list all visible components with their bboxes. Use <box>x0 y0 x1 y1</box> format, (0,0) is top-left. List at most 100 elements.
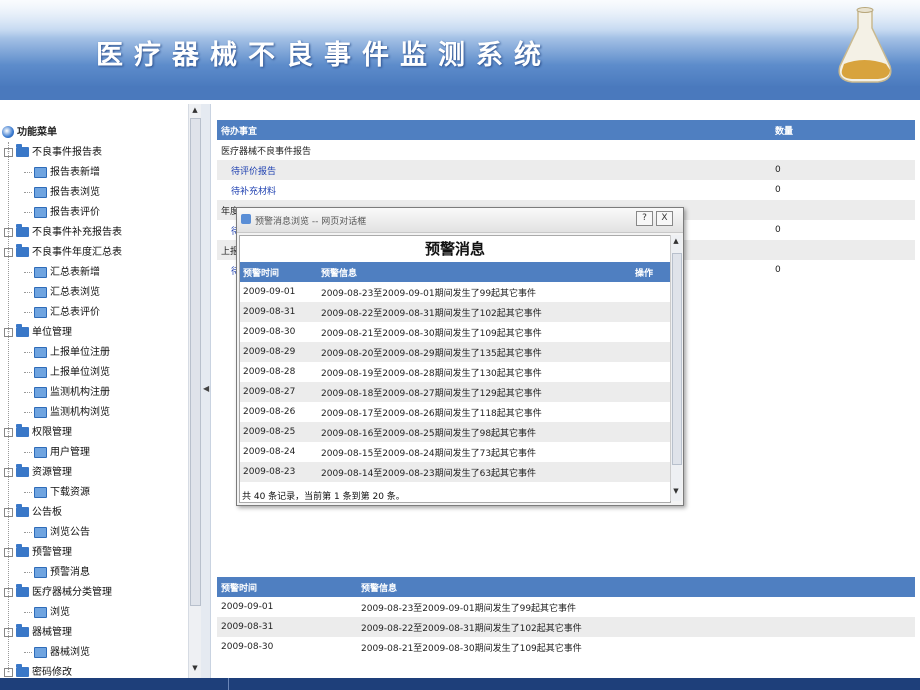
close-button[interactable]: X <box>656 211 673 226</box>
dialog-scroll-thumb[interactable] <box>672 253 682 465</box>
todo-count-cell: 0 <box>771 160 915 180</box>
tree-connector <box>24 291 32 293</box>
dialog-time-cell: 2009-08-29 <box>240 342 318 362</box>
tree-connector <box>24 391 32 393</box>
alert-row: 2009-08-31 2009-08-22至2009-08-31期间发生了102起… <box>217 617 915 637</box>
dialog-action-cell <box>632 402 670 422</box>
menu-label: 上报单位浏览 <box>50 367 110 378</box>
menu-label: 下载资源 <box>50 487 90 498</box>
dialog-action-cell <box>632 322 670 342</box>
menu-label: 权限管理 <box>32 427 72 438</box>
todo-count-cell <box>771 200 915 220</box>
menu-label: 资源管理 <box>32 467 72 478</box>
status-bar <box>0 678 920 690</box>
menu-item[interactable]: 浏览公告 <box>24 524 90 542</box>
menu-folder[interactable]: - 医疗器械分类管理 <box>4 584 112 602</box>
scroll-up-icon[interactable]: ▲ <box>191 106 199 116</box>
sidebar-scrollbar[interactable]: ▲ ▼ <box>188 104 201 678</box>
menu-label: 上报单位注册 <box>50 347 110 358</box>
menu-label: 报告表浏览 <box>50 187 100 198</box>
todo-row[interactable]: 待评价报告 0 <box>217 160 915 180</box>
menu-item[interactable]: 报告表新增 <box>24 164 100 182</box>
page-icon <box>34 346 47 358</box>
dialog-scroll-down-icon[interactable]: ▼ <box>672 487 680 497</box>
tree-connector <box>24 171 32 173</box>
todo-task-cell[interactable]: 待评价报告 <box>217 160 771 180</box>
alert-time-cell: 2009-08-31 <box>217 617 357 637</box>
dialog-info-cell: 2009-08-16至2009-08-25期间发生了98起其它事件 <box>318 422 632 442</box>
menu-item[interactable]: 报告表浏览 <box>24 184 100 202</box>
todo-row[interactable]: 待补充材料 0 <box>217 180 915 200</box>
dialog-info-cell: 2009-08-22至2009-08-31期间发生了102起其它事件 <box>318 302 632 322</box>
collapse-arrow-icon[interactable]: ◀ <box>203 384 209 393</box>
page-icon <box>34 486 47 498</box>
dialog-info-cell: 2009-08-17至2009-08-26期间发生了118起其它事件 <box>318 402 632 422</box>
dialog-titlebar[interactable]: 预警消息浏览 -- 网页对话框 ? X <box>237 208 683 233</box>
menu-folder[interactable]: - 器械管理 <box>4 624 72 642</box>
page-icon <box>34 366 47 378</box>
folder-icon <box>16 244 29 257</box>
menu-item[interactable]: 器械浏览 <box>24 644 90 662</box>
menu-item[interactable]: 监测机构浏览 <box>24 404 110 422</box>
menu-folder[interactable]: - 不良事件年度汇总表 <box>4 244 122 262</box>
dialog-info-cell: 2009-08-23至2009-09-01期间发生了99起其它事件 <box>318 282 632 302</box>
alert-header-info: 预警信息 <box>357 577 915 597</box>
folder-icon <box>16 224 29 237</box>
dialog-row: 2009-08-27 2009-08-18至2009-08-27期间发生了129起… <box>240 382 670 402</box>
dialog-scroll-up-icon[interactable]: ▲ <box>672 237 680 247</box>
dialog-row: 2009-08-28 2009-08-19至2009-08-28期间发生了130起… <box>240 362 670 382</box>
page-icon <box>34 166 47 178</box>
alert-dialog: 预警消息浏览 -- 网页对话框 ? X 预警消息 预警时间 预警信息 操作 20… <box>236 207 684 506</box>
menu-item[interactable]: 上报单位浏览 <box>24 364 110 382</box>
alert-time-cell: 2009-08-30 <box>217 637 357 657</box>
sidebar-splitter[interactable]: ◀ <box>201 104 211 678</box>
menu-label: 预警管理 <box>32 547 72 558</box>
menu-label: 浏览公告 <box>50 527 90 538</box>
menu-folder[interactable]: - 不良事件补充报告表 <box>4 224 122 242</box>
help-button[interactable]: ? <box>636 211 653 226</box>
dialog-action-cell <box>632 362 670 382</box>
page-icon <box>34 386 47 398</box>
menu-folder[interactable]: - 密码修改 <box>4 664 72 678</box>
page-icon <box>34 646 47 658</box>
menu-root[interactable]: 功能菜单 <box>2 124 57 142</box>
folder-icon <box>16 464 29 477</box>
tree-connector <box>24 531 32 533</box>
dialog-time-cell: 2009-08-30 <box>240 322 318 342</box>
dialog-scrollbar[interactable]: ▲ ▼ <box>670 235 682 501</box>
menu-folder[interactable]: - 公告板 <box>4 504 62 522</box>
tree-connector <box>24 351 32 353</box>
alert-table: 预警时间 预警信息 2009-09-01 2009-08-23至2009-09-0… <box>217 577 915 657</box>
menu-folder[interactable]: - 预警管理 <box>4 544 72 562</box>
folder-icon <box>16 144 29 157</box>
dialog-info-cell: 2009-08-18至2009-08-27期间发生了129起其它事件 <box>318 382 632 402</box>
menu-item[interactable]: 上报单位注册 <box>24 344 110 362</box>
folder-icon <box>16 664 29 677</box>
menu-folder[interactable]: - 权限管理 <box>4 424 72 442</box>
menu-item[interactable]: 浏览 <box>24 604 70 622</box>
menu-item[interactable]: 用户管理 <box>24 444 90 462</box>
dialog-time-cell: 2009-08-26 <box>240 402 318 422</box>
menu-item[interactable]: 下载资源 <box>24 484 90 502</box>
menu-item[interactable]: 报告表评价 <box>24 204 100 222</box>
scroll-down-icon[interactable]: ▼ <box>191 664 199 674</box>
menu-item[interactable]: 汇总表评价 <box>24 304 100 322</box>
menu-item[interactable]: 汇总表新增 <box>24 264 100 282</box>
dialog-row: 2009-08-26 2009-08-17至2009-08-26期间发生了118起… <box>240 402 670 422</box>
tree-connector <box>24 451 32 453</box>
alert-info-cell: 2009-08-22至2009-08-31期间发生了102起其它事件 <box>357 617 915 637</box>
menu-folder[interactable]: - 单位管理 <box>4 324 72 342</box>
menu-item[interactable]: 监测机构注册 <box>24 384 110 402</box>
alert-row: 2009-08-30 2009-08-21至2009-08-30期间发生了109起… <box>217 637 915 657</box>
menu-label: 汇总表浏览 <box>50 287 100 298</box>
sidebar-scroll-thumb[interactable] <box>190 118 201 606</box>
todo-count-cell: 0 <box>771 180 915 200</box>
todo-task-cell[interactable]: 待补充材料 <box>217 180 771 200</box>
page-icon <box>34 186 47 198</box>
menu-item[interactable]: 预警消息 <box>24 564 90 582</box>
menu-folder[interactable]: - 资源管理 <box>4 464 72 482</box>
menu-item[interactable]: 汇总表浏览 <box>24 284 100 302</box>
dialog-action-cell <box>632 442 670 462</box>
todo-count-cell <box>771 140 915 160</box>
menu-folder[interactable]: - 不良事件报告表 <box>4 144 102 162</box>
